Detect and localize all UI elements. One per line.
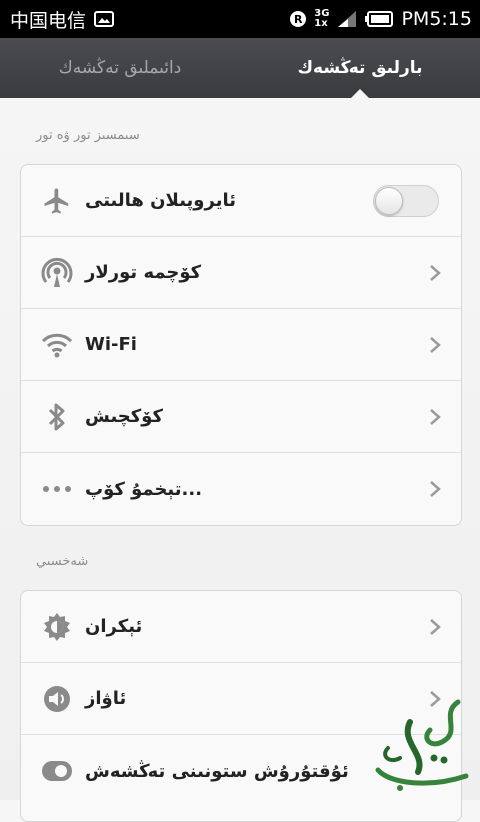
wireless-settings-card: ئايروپىلان ھالىتى كۆچمە تورلار Wi-Fi كۆك…: [20, 164, 462, 526]
tab-common-settings[interactable]: دائىملىق تەڭشەك: [0, 38, 240, 98]
airplane-mode-label: ئايروپىلان ھالىتى: [85, 190, 236, 211]
airplane-mode-toggle[interactable]: [373, 184, 439, 217]
wifi-icon: [37, 325, 77, 365]
tab-common-settings-label: دائىملىق تەڭشەك: [58, 58, 182, 78]
tab-all-settings-label: بارلىق تەڭشەك: [297, 58, 423, 78]
section-title-wireless: سىمسىز تور ۋە تور: [36, 128, 140, 143]
tab-all-settings[interactable]: بارلىق تەڭشەك: [240, 38, 480, 98]
more-label: تېخمۇ كۆپ...: [85, 478, 203, 500]
notification-icon: [37, 751, 77, 791]
settings-item-display[interactable]: ئېكران: [21, 591, 461, 663]
status-left: 中国电信: [10, 6, 115, 33]
sound-icon: [37, 679, 77, 719]
settings-item-airplane-mode[interactable]: ئايروپىلان ھالىتى: [21, 165, 461, 237]
chevron-right-icon: [430, 408, 441, 425]
notification-bar-label: ئۇقتۇرۇش ستونىنى تەڭشەش: [85, 760, 349, 782]
tab-bar: بارلىق تەڭشەك دائىملىق تەڭشەك: [0, 38, 480, 98]
display-label: ئېكران: [85, 616, 143, 637]
airplane-icon: [37, 181, 77, 221]
wifi-label: Wi-Fi: [85, 334, 137, 355]
calligraphy-watermark-logo: [375, 699, 469, 791]
network-type-bottom: 1x: [314, 18, 328, 29]
settings-item-mobile-networks[interactable]: كۆچمە تورلار: [21, 237, 461, 309]
chevron-right-icon: [430, 336, 441, 353]
image-notification-icon: [94, 11, 115, 27]
signal-strength-icon: [337, 10, 357, 28]
display-icon: [37, 607, 77, 647]
chevron-right-icon: [430, 264, 441, 281]
network-type-icon: 3G 1x: [314, 9, 329, 29]
cellular-antenna-icon: [37, 253, 77, 293]
roaming-icon: R: [290, 11, 307, 27]
chevron-right-icon: [430, 618, 441, 635]
settings-item-more[interactable]: تېخمۇ كۆپ...: [21, 453, 461, 525]
bluetooth-label: كۆكچىش: [85, 406, 163, 427]
carrier-name: 中国电信: [10, 9, 87, 32]
more-dots-icon: [37, 469, 77, 509]
chevron-right-icon: [430, 481, 441, 497]
clock: PM5:15: [401, 8, 472, 30]
battery-icon: [365, 11, 394, 27]
toggle-knob[interactable]: [375, 186, 403, 215]
settings-item-bluetooth[interactable]: كۆكچىش: [21, 381, 461, 453]
mobile-networks-label: كۆچمە تورلار: [85, 262, 202, 283]
status-bar: 中国电信 R 3G 1x PM5:15: [0, 0, 480, 38]
bluetooth-icon: [37, 397, 77, 437]
settings-item-wifi[interactable]: Wi-Fi: [21, 309, 461, 381]
sound-label: ئاۋاز: [85, 688, 127, 709]
status-right: R 3G 1x PM5:15: [290, 8, 472, 30]
section-title-personal: شەخسىي: [36, 554, 89, 569]
